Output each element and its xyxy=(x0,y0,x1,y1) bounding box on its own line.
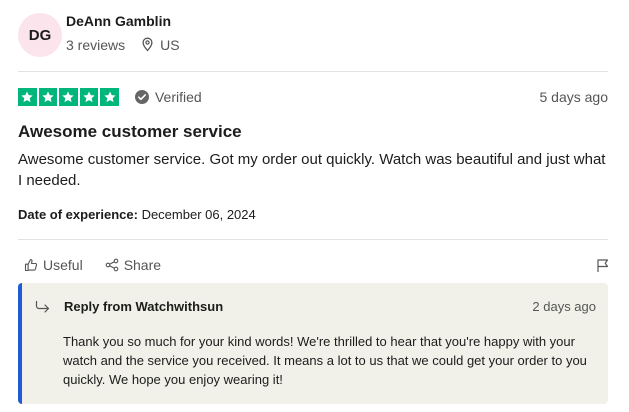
useful-label: Useful xyxy=(43,257,83,273)
review-date: 5 days ago xyxy=(539,89,609,105)
review-title: Awesome customer service xyxy=(18,122,242,141)
reviewer-name[interactable]: DeAnn Gamblin xyxy=(66,12,180,30)
reply-header: Reply from Watchwithsun 2 days ago xyxy=(22,299,608,314)
rating-row: Verified 5 days ago xyxy=(18,87,608,107)
divider xyxy=(18,239,608,240)
verified-label: Verified xyxy=(154,89,202,105)
review-body: Awesome customer service. Got my order o… xyxy=(18,151,606,189)
verified-badge[interactable]: Verified xyxy=(134,89,202,105)
verified-check-icon xyxy=(134,90,149,104)
star-rating xyxy=(18,87,119,107)
share-icon xyxy=(105,258,119,272)
useful-button[interactable]: Useful xyxy=(24,257,83,273)
location-pin-icon xyxy=(141,37,154,52)
reply-body: Thank you so much for your kind words! W… xyxy=(63,334,587,387)
experience-date: December 06, 2024 xyxy=(141,207,256,222)
share-button[interactable]: Share xyxy=(105,257,161,273)
reviewer-location: US xyxy=(160,36,180,53)
star-icon xyxy=(79,87,99,107)
experience-label: Date of experience: xyxy=(18,207,138,222)
reply-date: 2 days ago xyxy=(532,299,596,314)
star-icon xyxy=(18,87,37,107)
report-flag-icon[interactable] xyxy=(596,258,610,273)
star-icon xyxy=(100,87,119,107)
star-icon xyxy=(38,87,58,107)
reply-from: Reply from Watchwithsun xyxy=(64,299,224,314)
avatar[interactable]: DG xyxy=(18,13,62,57)
reviewer-header: DG DeAnn Gamblin 3 reviews US xyxy=(18,12,180,58)
thumbs-up-icon xyxy=(24,258,38,272)
reviewer-info: DeAnn Gamblin 3 reviews US xyxy=(66,13,180,53)
reviewer-meta: 3 reviews US xyxy=(66,37,180,53)
share-label: Share xyxy=(123,257,162,273)
company-reply: Reply from Watchwithsun 2 days ago Thank… xyxy=(18,283,608,404)
date-of-experience: Date of experience: December 06, 2024 xyxy=(18,206,256,224)
review-actions: Useful Share xyxy=(24,255,610,275)
star-icon xyxy=(59,87,78,107)
reply-arrow-icon xyxy=(35,300,51,314)
divider xyxy=(18,71,608,72)
review-count: 3 reviews xyxy=(66,36,126,53)
